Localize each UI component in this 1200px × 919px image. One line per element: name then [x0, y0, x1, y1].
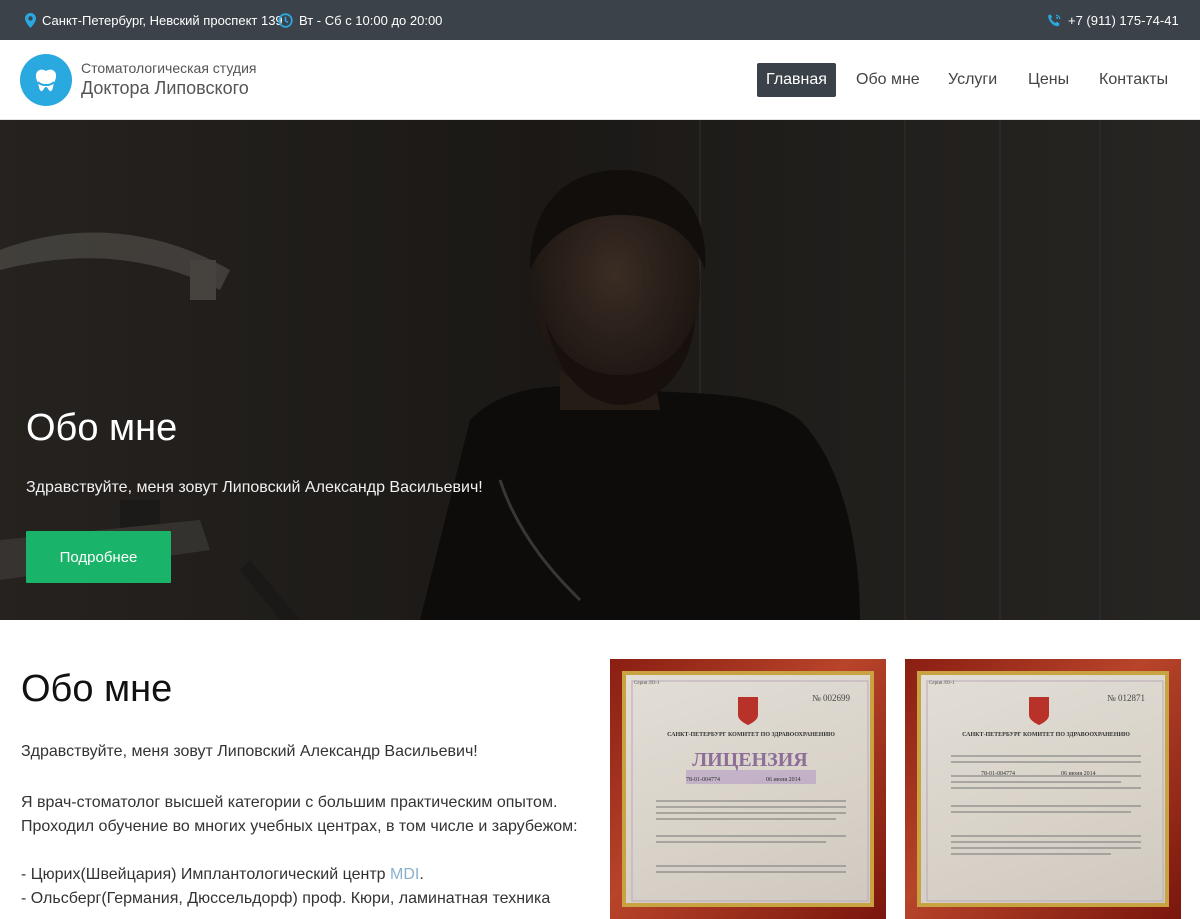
doctor-photo-background — [0, 120, 1200, 620]
nav-item-prices[interactable]: Цены — [1028, 63, 1069, 97]
address-item: Санкт-Петербург, Невский проспект 139 — [25, 0, 283, 40]
about-greeting: Здравствуйте, меня зовут Липовский Алекс… — [21, 743, 478, 760]
phone-text[interactable]: +7 (911) 175-74-41 — [1068, 13, 1179, 28]
certificate-frame: Серия ЛО-1 № 002699 САНКТ-ПЕТЕРБУРГ КОМИ… — [622, 671, 874, 907]
nav-item-contacts[interactable]: Контакты — [1099, 63, 1168, 97]
cert-heading: ЛИЦЕНЗИЯ — [692, 749, 808, 771]
phone-icon — [1047, 13, 1062, 28]
certificate-paper: Серия ЛО-1 № 002699 САНКТ-ПЕТЕРБУРГ КОМИ… — [626, 675, 870, 903]
cert-series: Серия ЛО-1 — [929, 681, 955, 686]
list-item: - Цюрих(Швейцария) Имплантологический це… — [21, 866, 424, 884]
about-paragraph-2: Проходил обучение во многих учебных цент… — [21, 818, 578, 835]
cert-number: № 002699 — [812, 693, 850, 703]
clock-icon — [278, 12, 293, 28]
top-bar: Санкт-Петербург, Невский проспект 139 Вт… — [0, 0, 1200, 40]
more-button[interactable]: Подробнее — [26, 531, 171, 583]
license-certificate-2[interactable]: Серия ЛО-1 № 012871 САНКТ-ПЕТЕРБУРГ КОМИ… — [905, 659, 1181, 919]
phone-item[interactable]: +7 (911) 175-74-41 — [1047, 0, 1179, 40]
nav-item-home[interactable]: Главная — [757, 63, 836, 97]
cert-license-no: 78-01-004774 — [981, 771, 1015, 777]
cert-date: 06 июня 2014 — [766, 777, 801, 783]
hours-item: Вт - Сб с 10:00 до 20:00 — [278, 0, 442, 40]
certificate-paper: Серия ЛО-1 № 012871 САНКТ-ПЕТЕРБУРГ КОМИ… — [921, 675, 1165, 903]
coat-of-arms-icon — [738, 697, 758, 725]
cert-license-no: 78-01-004774 — [686, 777, 720, 783]
cert-series: Серия ЛО-1 — [634, 681, 660, 686]
certificate-paper-art — [926, 680, 1164, 902]
list-item-end: . — [419, 866, 424, 883]
hero-subtitle: Здравствуйте, меня зовут Липовский Алекс… — [26, 479, 483, 496]
hours-text: Вт - Сб с 10:00 до 20:00 — [299, 12, 443, 28]
nav-item-services[interactable]: Услуги — [948, 63, 997, 97]
hero-title: Обо мне — [26, 407, 178, 449]
about-title: Обо мне — [21, 668, 173, 710]
cert-date: 06 июня 2014 — [1061, 771, 1096, 777]
main-nav: Главная Обо мне Услуги Цены Контакты — [0, 63, 1200, 97]
nav-item-about[interactable]: Обо мне — [856, 63, 920, 97]
certificate-frame: Серия ЛО-1 № 012871 САНКТ-ПЕТЕРБУРГ КОМИ… — [917, 671, 1169, 907]
about-paragraph-1: Я врач-стоматолог высшей категории с бол… — [21, 794, 558, 811]
list-item-text: - Цюрих(Швейцария) Имплантологический це… — [21, 866, 390, 883]
license-certificate-1[interactable]: Серия ЛО-1 № 002699 САНКТ-ПЕТЕРБУРГ КОМИ… — [610, 659, 886, 919]
cert-number: № 012871 — [1107, 693, 1145, 703]
map-pin-icon — [25, 12, 36, 28]
mdi-link[interactable]: MDI — [390, 866, 419, 883]
certificate-paper-art — [631, 680, 869, 902]
address-text: Санкт-Петербург, Невский проспект 139 — [42, 12, 283, 28]
site-header: Стоматологическая студия Доктора Липовск… — [0, 40, 1200, 120]
hero-section: Обо мне Здравствуйте, меня зовут Липовск… — [0, 120, 1200, 620]
coat-of-arms-icon — [1029, 697, 1049, 725]
list-item: - Ольсберг(Германия, Дюссельдорф) проф. … — [21, 890, 551, 907]
cert-org: САНКТ-ПЕТЕРБУРГ КОМИТЕТ ПО ЗДРАВООХРАНЕН… — [962, 732, 1130, 738]
cert-org: САНКТ-ПЕТЕРБУРГ КОМИТЕТ ПО ЗДРАВООХРАНЕН… — [667, 732, 835, 738]
